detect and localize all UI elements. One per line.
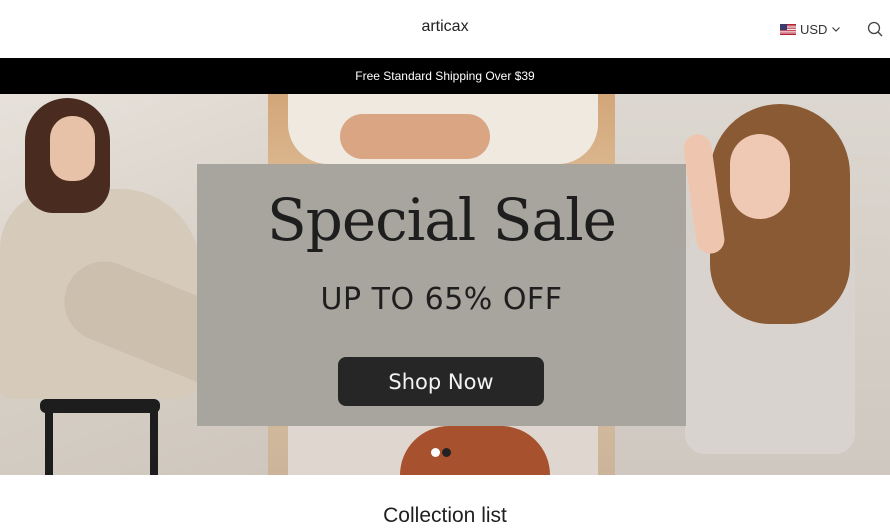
search-icon[interactable] (866, 20, 884, 38)
model-center-torso (340, 114, 490, 159)
site-header: articax USD (0, 0, 890, 58)
stool-leg (150, 409, 158, 475)
promo-subtitle: UP TO 65% OFF (320, 282, 563, 317)
model-center-hair (400, 426, 550, 475)
slide-dot-2[interactable] (442, 447, 451, 457)
model-left-face (50, 116, 95, 181)
model-right-hair (710, 104, 850, 324)
currency-selector[interactable]: USD (780, 20, 841, 38)
model-right-face (730, 134, 790, 219)
us-flag-icon (780, 23, 796, 35)
announcement-text: Free Standard Shipping Over $39 (355, 69, 535, 83)
announcement-bar: Free Standard Shipping Over $39 (0, 58, 890, 94)
stool-leg (45, 409, 53, 475)
brand-logo[interactable]: articax (0, 18, 890, 36)
chevron-down-icon (832, 27, 841, 32)
promo-title: Special Sale (267, 186, 617, 254)
shop-now-button[interactable]: Shop Now (338, 357, 544, 406)
slide-dot-1[interactable] (431, 447, 440, 457)
collection-list-title: Collection list (383, 504, 507, 527)
currency-label: USD (800, 21, 828, 37)
slideshow-dots (431, 447, 451, 457)
stool-seat (40, 399, 160, 413)
promo-card: Special Sale UP TO 65% OFF Shop Now (197, 164, 686, 426)
